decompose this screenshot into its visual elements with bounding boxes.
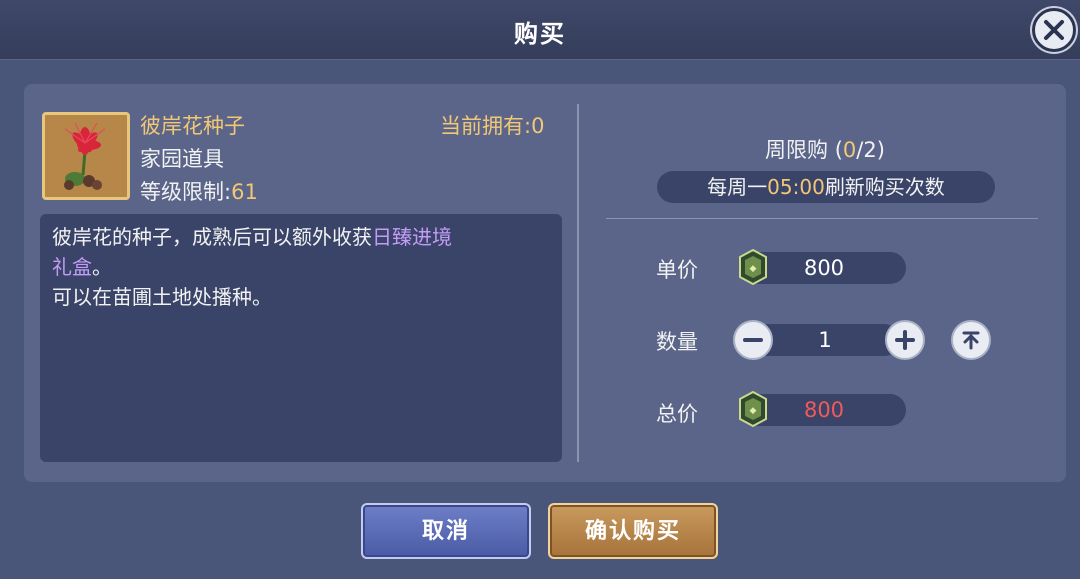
decrease-quantity-button[interactable]: [733, 320, 773, 360]
jade-token-icon: ◆: [739, 249, 767, 285]
max-arrow-icon: [962, 331, 980, 350]
plus-icon: [895, 330, 915, 350]
max-quantity-button[interactable]: [951, 320, 991, 360]
item-category: 家园道具: [140, 147, 224, 171]
horizontal-divider: [606, 218, 1038, 219]
description-text: 彼岸花的种子，成熟后可以额外收获: [52, 225, 372, 249]
red-spider-lily-seed-icon: [45, 115, 127, 197]
refresh-time: 05:00: [767, 175, 825, 199]
item-name: 彼岸花种子: [140, 114, 245, 138]
vertical-divider: [577, 104, 579, 462]
description-line-1: 彼岸花的种子，成熟后可以额外收获日臻进境: [52, 222, 550, 252]
close-icon: [1044, 20, 1064, 40]
dialog-title: 购买: [514, 20, 566, 48]
close-button[interactable]: [1032, 8, 1076, 52]
description-text: 。: [92, 255, 112, 279]
description-line-2: 礼盒。: [52, 252, 550, 282]
svg-text:◆: ◆: [750, 406, 757, 416]
jade-token-icon: ◆: [739, 391, 767, 427]
confirm-purchase-button[interactable]: 确认购买: [548, 503, 718, 559]
description-highlight: 日臻进境: [372, 225, 452, 249]
refresh-info: 每周一05:00刷新购买次数: [657, 171, 995, 203]
quantity-label: 数量: [656, 330, 698, 354]
increase-quantity-button[interactable]: [885, 320, 925, 360]
item-icon: [42, 112, 130, 200]
level-label: 等级限制:: [140, 180, 232, 204]
description-line-3: 可以在苗圃土地处播种。: [52, 285, 272, 309]
item-description: 彼岸花的种子，成熟后可以额外收获日臻进境 礼盒。 可以在苗圃土地处播种。: [40, 214, 562, 462]
svg-text:◆: ◆: [750, 264, 757, 274]
owned-count: 当前拥有:0: [440, 110, 544, 140]
weekly-limit-label: 周限购 (: [765, 138, 843, 162]
cancel-button[interactable]: 取消: [361, 503, 531, 559]
weekly-limit-total: /2): [856, 138, 885, 162]
owned-label: 当前拥有:: [440, 114, 532, 138]
item-level-requirement: 等级限制:61: [140, 176, 258, 206]
weekly-limit: 周限购 (0/2): [610, 134, 1040, 164]
dialog-header: 购买: [0, 0, 1080, 60]
refresh-suffix: 刷新购买次数: [824, 175, 945, 199]
owned-value: 0: [531, 114, 545, 138]
total-price-label: 总价: [656, 402, 698, 426]
level-value: 61: [231, 180, 258, 204]
weekly-limit-current: 0: [842, 138, 857, 162]
refresh-prefix: 每周一: [707, 175, 768, 199]
minus-icon: [743, 338, 763, 342]
unit-price-label: 单价: [656, 258, 698, 282]
description-highlight: 礼盒: [52, 255, 92, 279]
